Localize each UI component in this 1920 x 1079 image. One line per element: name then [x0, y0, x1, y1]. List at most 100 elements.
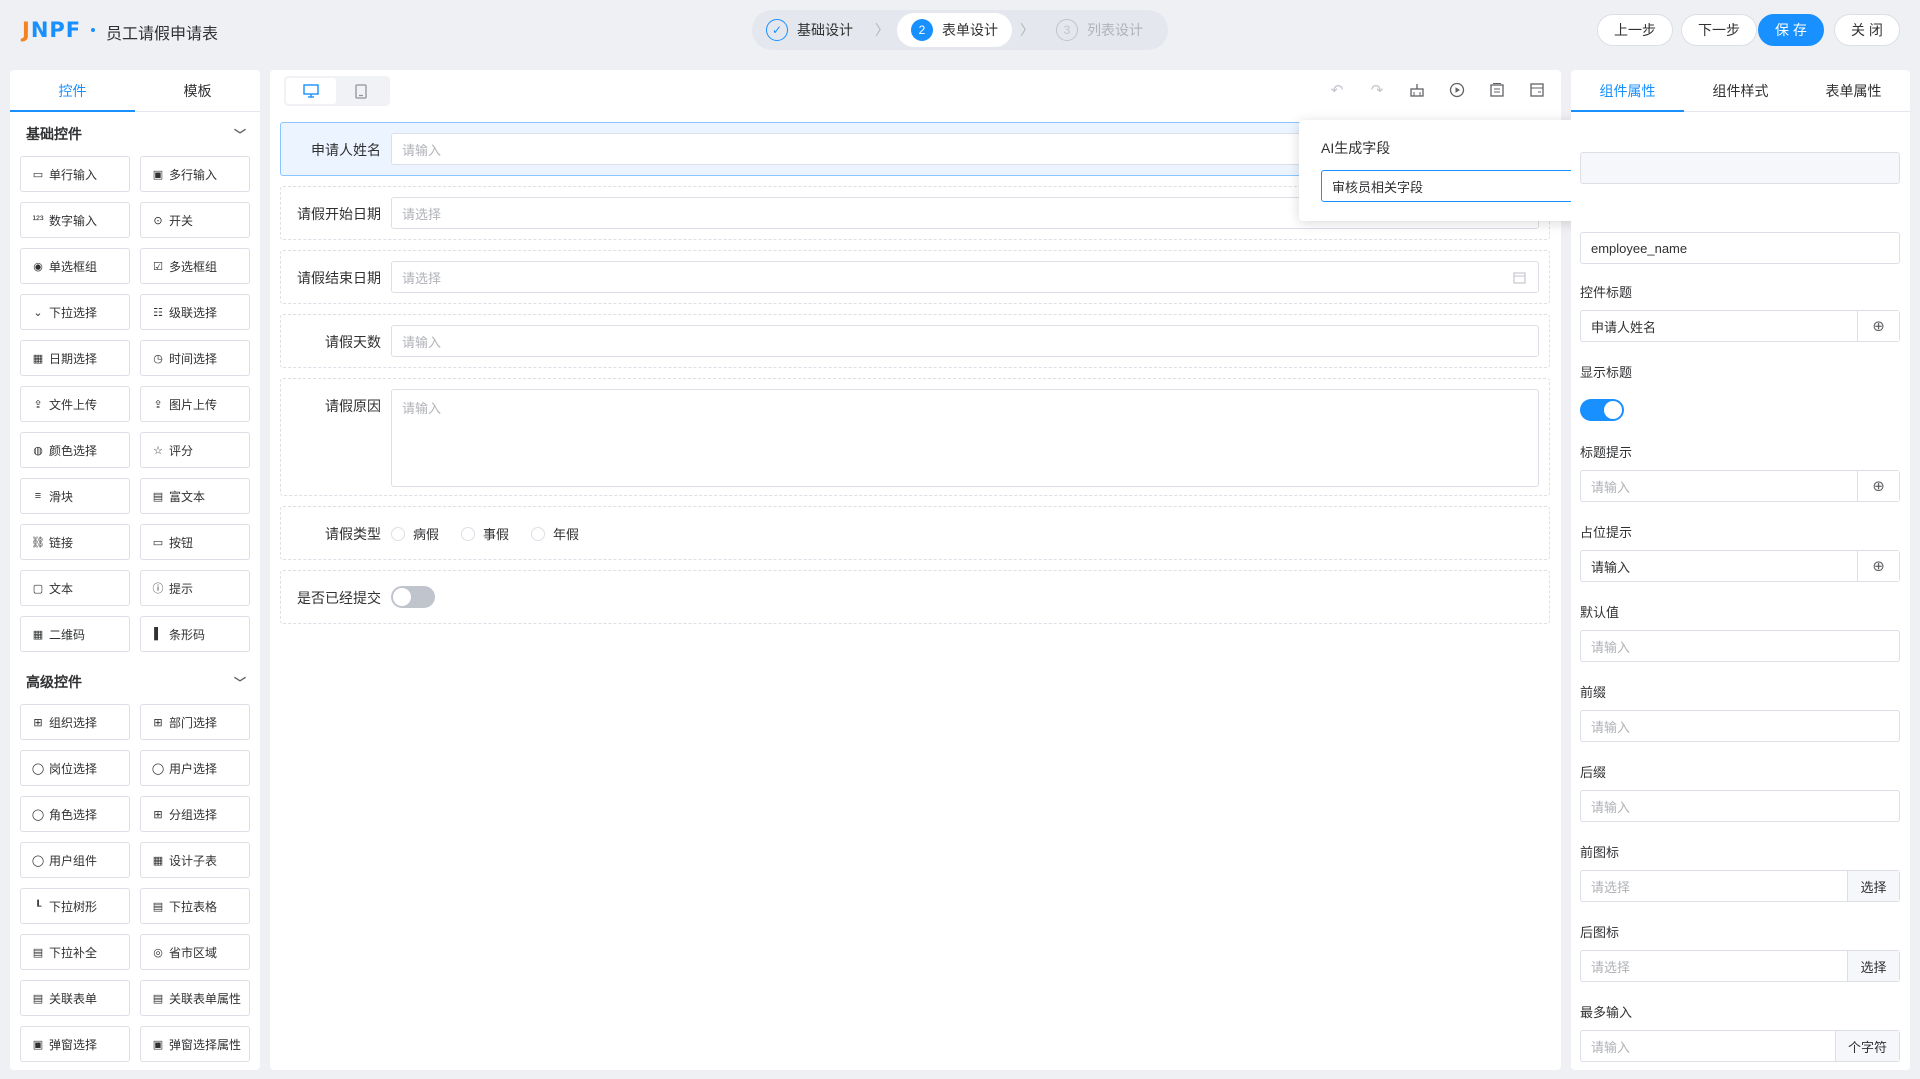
component-basic-9[interactable]: ◷ 时间选择 — [140, 340, 250, 376]
desktop-view-button[interactable] — [286, 78, 336, 104]
component-advanced-14[interactable]: ▣ 弹窗选择 — [20, 1026, 130, 1062]
component-basic-1[interactable]: ▣ 多行输入 — [140, 156, 250, 192]
tablet-view-button[interactable] — [336, 78, 386, 104]
prefix-input[interactable]: 请输入 — [1580, 710, 1900, 742]
component-basic-17[interactable]: ▭ 按钮 — [140, 524, 250, 560]
advanced-controls-header[interactable]: 高级控件 ﹀ — [10, 660, 260, 704]
component-advanced-12[interactable]: ▤ 关联表单 — [20, 980, 130, 1016]
component-basic-6[interactable]: ⌄ 下拉选择 — [20, 294, 130, 330]
component-basic-13[interactable]: ☆ 评分 — [140, 432, 250, 468]
component-icon: ▭ — [152, 536, 164, 549]
clear-icon[interactable] — [1407, 80, 1427, 100]
show-title-switch[interactable] — [1580, 399, 1624, 421]
i18n-button[interactable]: ⊕ — [1857, 471, 1899, 501]
placeholder-text: 请输入 — [1591, 1039, 1631, 1055]
property-panel: 组件属性 组件样式 表单属性 employee_name 控件标题 申请人姓名 … — [1571, 70, 1910, 1070]
component-advanced-5[interactable]: ⊞ 分组选择 — [140, 796, 250, 832]
close-button[interactable]: 关 闭 — [1834, 14, 1900, 46]
control-title-input[interactable]: 申请人姓名 ⊕ — [1580, 310, 1900, 342]
form-item-leave-end-date[interactable]: 请假结束日期 请选择 — [280, 250, 1550, 304]
save-button[interactable]: 保 存 — [1758, 14, 1824, 46]
component-advanced-9[interactable]: ▤ 下拉表格 — [140, 888, 250, 924]
step-basic-design[interactable]: ✓ 基础设计 — [752, 13, 867, 47]
component-basic-19[interactable]: ⓘ 提示 — [140, 570, 250, 606]
component-basic-3[interactable]: ⊙ 开关 — [140, 202, 250, 238]
field-label: 申请人姓名 — [311, 142, 381, 158]
ai-popover-title: AI生成字段 — [1321, 140, 1391, 156]
component-icon: ▣ — [152, 1038, 164, 1051]
prefix-icon-input[interactable]: 请选择 选择 — [1580, 870, 1900, 902]
select-suffix-icon-button[interactable]: 选择 — [1847, 951, 1899, 981]
next-step-button[interactable]: 下一步 — [1681, 14, 1757, 46]
component-basic-8[interactable]: ▦ 日期选择 — [20, 340, 130, 376]
component-basic-16[interactable]: ⛓ 链接 — [20, 524, 130, 560]
chevron-down-icon: ﹀ — [233, 127, 246, 142]
select-prefix-icon-button[interactable]: 选择 — [1847, 871, 1899, 901]
form-item-leave-reason[interactable]: 请假原因 请输入 — [280, 378, 1550, 496]
component-basic-12[interactable]: ◍ 颜色选择 — [20, 432, 130, 468]
json-view-icon[interactable] — [1487, 80, 1507, 100]
field-name-input[interactable]: employee_name — [1580, 232, 1900, 264]
form-item-leave-days[interactable]: 请假天数 请输入 — [280, 314, 1550, 368]
component-basic-11[interactable]: ⇪ 图片上传 — [140, 386, 250, 422]
component-advanced-7[interactable]: ▦ 设计子表 — [140, 842, 250, 878]
undo-icon[interactable]: ↶ — [1327, 80, 1347, 100]
component-basic-4[interactable]: ◉ 单选框组 — [20, 248, 130, 284]
component-advanced-15[interactable]: ▣ 弹窗选择属性 — [140, 1026, 250, 1062]
form-item-submitted[interactable]: 是否已经提交 — [280, 570, 1550, 624]
step-label: 表单设计 — [942, 22, 998, 38]
component-basic-0[interactable]: ▭ 单行输入 — [20, 156, 130, 192]
component-basic-20[interactable]: ▦ 二维码 — [20, 616, 130, 652]
default-value-input[interactable]: 请输入 — [1580, 630, 1900, 662]
component-basic-21[interactable]: ▌ 条形码 — [140, 616, 250, 652]
component-advanced-4[interactable]: ◯ 角色选择 — [20, 796, 130, 832]
redo-icon[interactable]: ↷ — [1367, 80, 1387, 100]
suffix-input[interactable]: 请输入 — [1580, 790, 1900, 822]
component-basic-15[interactable]: ▤ 富文本 — [140, 478, 250, 514]
leave-end-date-picker[interactable]: 请选择 — [391, 261, 1539, 293]
component-label: 关联表单 — [49, 991, 98, 1006]
prev-step-button[interactable]: 上一步 — [1597, 14, 1673, 46]
component-advanced-10[interactable]: ▤ 下拉补全 — [20, 934, 130, 970]
component-label: 下拉补全 — [49, 945, 98, 960]
component-basic-5[interactable]: ☑ 多选框组 — [140, 248, 250, 284]
component-advanced-0[interactable]: ⊞ 组织选择 — [20, 704, 130, 740]
code-view-icon[interactable] — [1527, 80, 1547, 100]
step-list-design[interactable]: 3 列表设计 — [1042, 13, 1157, 47]
leave-days-input[interactable]: 请输入 — [391, 325, 1539, 357]
component-advanced-1[interactable]: ⊞ 部门选择 — [140, 704, 250, 740]
component-basic-18[interactable]: ▢ 文本 — [20, 570, 130, 606]
component-advanced-11[interactable]: ◎ 省市区域 — [140, 934, 250, 970]
title-hint-input[interactable]: 请输入 ⊕ — [1580, 470, 1900, 502]
component-basic-7[interactable]: ☷ 级联选择 — [140, 294, 250, 330]
preview-play-icon[interactable] — [1447, 80, 1467, 100]
component-basic-14[interactable]: ≡ 滑块 — [20, 478, 130, 514]
tab-controls[interactable]: 控件 — [10, 70, 135, 112]
placeholder-prop-input[interactable]: 请输入 ⊕ — [1580, 550, 1900, 582]
basic-controls-header[interactable]: 基础控件 ﹀ — [10, 112, 260, 156]
component-advanced-2[interactable]: ◯ 岗位选择 — [20, 750, 130, 786]
radio-personal-leave[interactable]: 事假 — [461, 524, 509, 543]
tab-form-props[interactable]: 表单属性 — [1797, 70, 1910, 111]
radio-annual-leave[interactable]: 年假 — [531, 524, 579, 543]
component-advanced-8[interactable]: ┖ 下拉树形 — [20, 888, 130, 924]
component-basic-2[interactable]: ¹²³ 数字输入 — [20, 202, 130, 238]
tab-component-style[interactable]: 组件样式 — [1684, 70, 1797, 111]
radio-sick-leave[interactable]: 病假 — [391, 524, 439, 543]
form-item-leave-type[interactable]: 请假类型 病假 事假 年假 — [280, 506, 1550, 560]
leave-reason-textarea[interactable]: 请输入 — [391, 389, 1539, 487]
max-length-input[interactable]: 请输入 个字符 — [1580, 1030, 1900, 1062]
step-form-design[interactable]: 2 表单设计 — [897, 13, 1012, 47]
suffix-icon-input[interactable]: 请选择 选择 — [1580, 950, 1900, 982]
i18n-button[interactable]: ⊕ — [1857, 551, 1899, 581]
component-advanced-3[interactable]: ◯ 用户选择 — [140, 750, 250, 786]
component-basic-10[interactable]: ⇪ 文件上传 — [20, 386, 130, 422]
component-label: 时间选择 — [169, 351, 218, 366]
tab-templates[interactable]: 模板 — [135, 70, 260, 111]
submitted-switch[interactable] — [391, 586, 435, 608]
i18n-button[interactable]: ⊕ — [1857, 311, 1899, 341]
tab-component-props[interactable]: 组件属性 — [1571, 70, 1684, 112]
component-advanced-6[interactable]: ◯ 用户组件 — [20, 842, 130, 878]
component-icon: ◎ — [153, 946, 163, 959]
component-advanced-13[interactable]: ▤ 关联表单属性 — [140, 980, 250, 1016]
